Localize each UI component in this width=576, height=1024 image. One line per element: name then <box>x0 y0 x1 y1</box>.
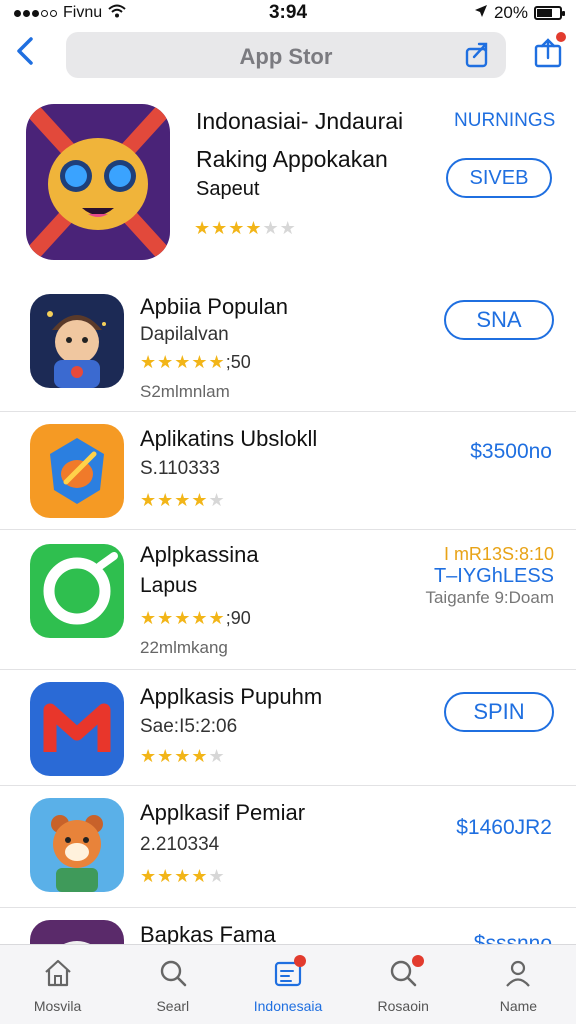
app-meta: 22mlmkang <box>140 638 228 657</box>
rating-stars: ★★★★★;90 <box>140 608 251 628</box>
carrier-name: Fivnu <box>63 4 103 21</box>
featured-app-title: Indonasiai- Jndaurai <box>196 108 404 134</box>
share-button[interactable] <box>464 40 492 68</box>
app-name: Aplikatins Ubslokll <box>140 426 318 451</box>
tab-today[interactable]: Indonesaia <box>230 945 345 1024</box>
price-button[interactable]: $3500no <box>470 440 552 464</box>
tab-label: Indonesaia <box>253 998 323 1014</box>
tab-profile[interactable]: Name <box>461 945 576 1024</box>
app-developer: Lapus <box>140 574 198 597</box>
featured-app-subtitle: Raking Appokakan <box>196 146 388 172</box>
tab-badge <box>411 955 424 967</box>
list-item[interactable]: Applkasis Pupuhm Sae:I5:2:06 ★★★★★ SPIN <box>0 670 576 786</box>
app-icon <box>30 294 124 388</box>
rating-stars: ★★★★★ <box>140 746 226 766</box>
battery-percent: 20% <box>493 3 528 22</box>
person-icon <box>506 960 531 987</box>
list-item[interactable]: Apbiia Populan Dapilalvan ★★★★★;50 S2mlm… <box>0 282 576 412</box>
app-meta: S2mlmnlam <box>140 382 230 401</box>
app-name: Aplpkassina <box>140 542 259 567</box>
tab-notifications[interactable]: Rosaoin <box>346 945 461 1024</box>
rank-line: T–IYGhLESS <box>433 565 554 587</box>
tab-label: Searl <box>156 998 190 1014</box>
app-icon <box>30 544 124 638</box>
search-bar[interactable]: App Stor <box>66 32 506 78</box>
notification-dot <box>556 32 566 42</box>
home-icon <box>44 959 71 987</box>
featured-rating-stars: ★★★★★★ <box>194 218 297 238</box>
location-icon <box>474 3 488 23</box>
app-icon <box>30 424 124 518</box>
signal-icon <box>14 9 57 17</box>
list-item[interactable]: Bapkas Fama $sssnno <box>0 908 576 1014</box>
tab-badge <box>294 955 307 967</box>
get-button[interactable]: SNA <box>444 300 554 340</box>
upload-icon <box>534 38 562 68</box>
featured-app-category: Sapeut <box>196 178 260 200</box>
list-item[interactable]: Aplikatins Ubslokll S.110333 ★★★★★ $3500… <box>0 412 576 530</box>
list-item[interactable]: Applkasif Pemiar 2.210334 ★★★★★ $1460JR2 <box>0 786 576 908</box>
tab-search[interactable]: Searl <box>115 945 230 1024</box>
chevron-left-icon <box>17 37 33 65</box>
get-button[interactable]: SPIN <box>444 692 554 732</box>
app-developer: Dapilalvan <box>140 324 229 345</box>
tab-bar: Mosvila Searl Indonesaia Rosaoin Name <box>0 944 576 1024</box>
share-icon <box>465 42 488 68</box>
rating-stars: ★★★★★;50 <box>140 352 251 372</box>
app-developer: S.110333 <box>140 458 220 479</box>
battery-icon <box>534 6 565 20</box>
search-icon <box>160 960 187 987</box>
price-button[interactable]: $1460JR2 <box>456 816 552 840</box>
app-developer: 2.210334 <box>140 834 220 855</box>
tab-label: Name <box>499 998 538 1014</box>
app-name: Apbiia Populan <box>140 294 289 319</box>
back-button[interactable] <box>10 36 40 76</box>
tab-label: Rosaoin <box>377 998 429 1014</box>
app-name: Applkasif Pemiar <box>140 800 306 825</box>
nav-bar: App Stor <box>0 30 576 80</box>
rating-count: ;50 <box>225 352 251 372</box>
rating-stars: ★★★★★ <box>140 866 226 886</box>
featured-app-icon <box>26 104 170 260</box>
wifi-icon <box>108 4 126 23</box>
app-name: Applkasis Pupuhm <box>140 684 323 709</box>
featured-app[interactable]: Indonasiai- Jndaurai Raking Appokakan Sa… <box>0 100 576 270</box>
featured-tag: NURNINGS <box>454 110 556 131</box>
app-icon <box>30 798 124 892</box>
search-text: App Stor <box>239 44 333 69</box>
tab-home[interactable]: Mosvila <box>0 945 115 1024</box>
rank-line: Taiganfe 9:Doam <box>425 588 554 607</box>
tab-label: Mosvila <box>33 998 82 1014</box>
status-bar: Fivnu 3:94 20% <box>0 0 576 26</box>
app-icon <box>30 682 124 776</box>
featured-get-button[interactable]: SIVEB <box>446 158 552 198</box>
rank-line: I mR13S:8:10 <box>443 544 554 564</box>
app-developer: Sae:I5:2:06 <box>140 716 238 737</box>
rating-count: ;90 <box>225 608 251 628</box>
upload-button[interactable] <box>534 32 566 68</box>
rating-stars: ★★★★★ <box>140 490 226 510</box>
list-item[interactable]: Aplpkassina Lapus ★★★★★;90 22mlmkang I m… <box>0 530 576 670</box>
ranking-info: I mR13S:8:10 T–IYGhLESS Taiganfe 9:Doam <box>425 544 554 608</box>
